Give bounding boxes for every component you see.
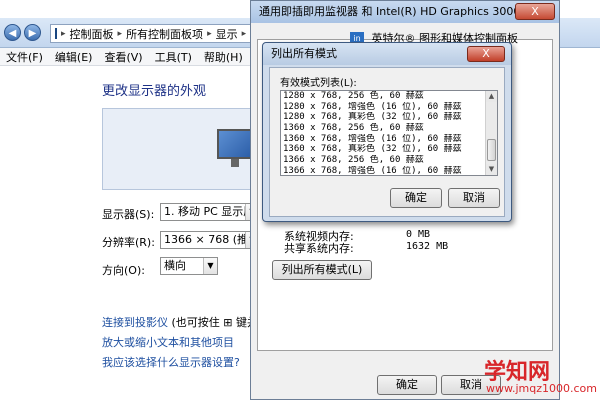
- dialog-title: 列出所有模式: [271, 47, 337, 60]
- dialog-body: 有效模式列表(L): 1280 x 768, 256 色, 60 赫兹 1280 …: [269, 67, 505, 217]
- scrollbar-thumb[interactable]: [487, 139, 496, 161]
- breadcrumb-separator-icon: ▸: [61, 28, 66, 39]
- menu-file[interactable]: 文件(F): [6, 49, 43, 65]
- menu-view[interactable]: 查看(V): [104, 49, 142, 65]
- close-icon[interactable]: X: [467, 46, 505, 62]
- display-select[interactable]: 1. 移动 PC 显示屏 ▼: [160, 203, 260, 221]
- display-label: 显示器(S):: [102, 208, 155, 221]
- control-panel-icon: [55, 28, 57, 39]
- monitor-preview: [102, 108, 260, 190]
- display-select-value: 1. 移动 PC 显示屏: [164, 205, 255, 218]
- mode-list-item[interactable]: 1280 x 768, 增强色 (16 位), 60 赫兹: [281, 102, 485, 113]
- breadcrumb-item-display[interactable]: 显示: [216, 26, 238, 42]
- orientation-select-value: 横向: [164, 259, 186, 272]
- breadcrumb-item-control-panel[interactable]: 控制面板: [70, 26, 114, 42]
- mode-list-item[interactable]: 1280 x 768, 256 色, 60 赫兹: [281, 91, 485, 102]
- scroll-up-icon[interactable]: ▲: [486, 91, 497, 102]
- resolution-label: 分辨率(R):: [102, 236, 155, 249]
- intel-window-title: 通用即插即用监视器 和 Intel(R) HD Graphics 3000 属性…: [251, 1, 559, 23]
- system-video-memory-value: 0 MB: [406, 229, 431, 240]
- breadcrumb-separator-icon: ▸: [207, 28, 212, 39]
- mode-list-item[interactable]: 1280 x 768, 真彩色 (32 位), 60 赫兹: [281, 112, 485, 123]
- back-button[interactable]: ◀: [4, 24, 21, 41]
- mode-list-item[interactable]: 1366 x 768, 增强色 (16 位), 60 赫兹: [281, 166, 485, 175]
- dialog-cancel-button[interactable]: 取消: [448, 188, 500, 208]
- watermark-url: www.jmqz1000.com: [486, 382, 597, 395]
- menu-help[interactable]: 帮助(H): [204, 49, 243, 65]
- breadcrumb-item-all-items[interactable]: 所有控制面板项: [126, 26, 203, 42]
- modes-listbox[interactable]: 1280 x 768, 256 色, 60 赫兹 1280 x 768, 增强色 …: [280, 90, 498, 176]
- monitor-icon[interactable]: [217, 129, 253, 159]
- menu-edit[interactable]: 编辑(E): [55, 49, 93, 65]
- menu-bar: 文件(F) 编辑(E) 查看(V) 工具(T) 帮助(H): [0, 48, 260, 66]
- modes-list: 1280 x 768, 256 色, 60 赫兹 1280 x 768, 增强色 …: [281, 91, 497, 175]
- address-bar[interactable]: ▸ 控制面板 ▸ 所有控制面板项 ▸ 显示 ▸ 屏: [50, 24, 255, 43]
- breadcrumb-separator-icon: ▸: [241, 28, 247, 39]
- monitor-stand-icon: [231, 159, 239, 167]
- connect-projector-text: 连接到投影仪: [102, 316, 168, 329]
- dialog-ok-button[interactable]: 确定: [390, 188, 442, 208]
- which-settings-link[interactable]: 我应该选择什么显示器设置?: [102, 354, 240, 370]
- mode-list-item[interactable]: 1366 x 768, 256 色, 60 赫兹: [281, 155, 485, 166]
- shared-memory-label: 共享系统内存:: [284, 242, 354, 255]
- mode-list-item[interactable]: 1360 x 768, 增强色 (16 位), 60 赫兹: [281, 134, 485, 145]
- scroll-down-icon[interactable]: ▼: [486, 164, 497, 175]
- breadcrumb-separator-icon: ▸: [117, 28, 123, 39]
- modes-list-label: 有效模式列表(L):: [280, 78, 357, 89]
- close-icon[interactable]: X: [515, 3, 555, 20]
- forward-button[interactable]: ▶: [24, 24, 41, 41]
- text-size-link[interactable]: 放大或缩小文本和其他项目: [102, 334, 234, 350]
- resolution-select[interactable]: 1366 × 768 (推荐) ▼: [160, 231, 260, 249]
- vertical-scrollbar[interactable]: ▲ ▼: [485, 91, 497, 175]
- list-modes-dialog: 列出所有模式 X 有效模式列表(L): 1280 x 768, 256 色, 6…: [262, 42, 512, 222]
- menu-tools[interactable]: 工具(T): [155, 49, 192, 65]
- chevron-down-icon: ▼: [203, 258, 217, 274]
- shared-memory-value: 1632 MB: [406, 241, 449, 252]
- orientation-label: 方向(O):: [102, 264, 145, 277]
- page-title: 更改显示器的外观: [102, 84, 207, 99]
- orientation-select[interactable]: 横向 ▼: [160, 257, 218, 275]
- intel-window-title-text: 通用即插即用监视器 和 Intel(R) HD Graphics 3000 属性: [259, 5, 546, 18]
- mode-list-item[interactable]: 1360 x 768, 256 色, 60 赫兹: [281, 123, 485, 134]
- dialog-title-bar: 列出所有模式 X: [263, 43, 511, 65]
- mode-list-item[interactable]: 1360 x 768, 真彩色 (32 位), 60 赫兹: [281, 144, 485, 155]
- list-all-modes-button[interactable]: 列出所有模式(L): [272, 260, 372, 280]
- ok-button[interactable]: 确定: [377, 375, 437, 395]
